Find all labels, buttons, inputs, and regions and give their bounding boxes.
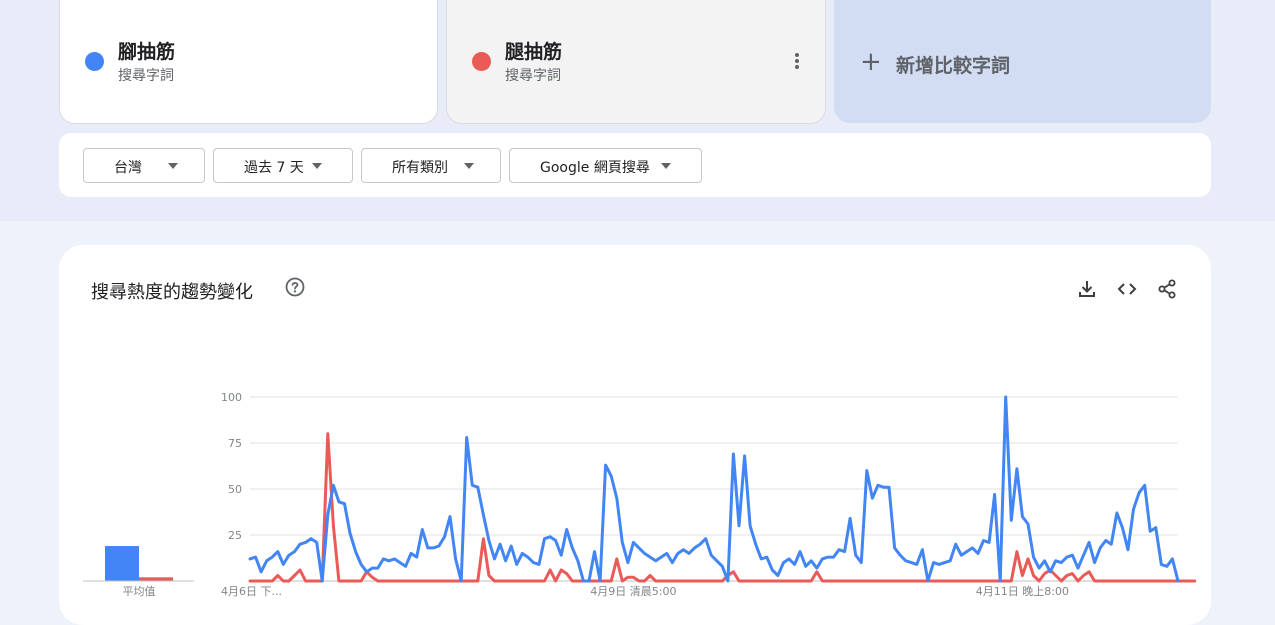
chart-gridlines: 100 75 50 25	[221, 391, 1178, 582]
average-bar-1	[105, 546, 139, 581]
average-label: 平均值	[123, 585, 156, 598]
interest-over-time-chart: 平均值 100 75 50 25 4月6日 下... 4月9日 清晨5:00 4月11日 …	[83, 391, 1197, 598]
y-tick-label: 50	[228, 483, 242, 496]
y-tick-label: 100	[221, 391, 242, 404]
average-bar-chart: 平均值	[83, 546, 194, 598]
x-tick-label: 4月9日 清晨5:00	[590, 585, 676, 598]
y-tick-label: 75	[228, 437, 242, 450]
average-bar-2	[139, 577, 173, 581]
x-tick-label: 4月11日 晚上8:00	[976, 585, 1069, 598]
y-tick-label: 25	[228, 529, 242, 542]
x-tick-label: 4月6日 下...	[221, 585, 282, 598]
chart-x-axis: 4月6日 下... 4月9日 清晨5:00 4月11日 晚上8:00	[221, 585, 1069, 598]
